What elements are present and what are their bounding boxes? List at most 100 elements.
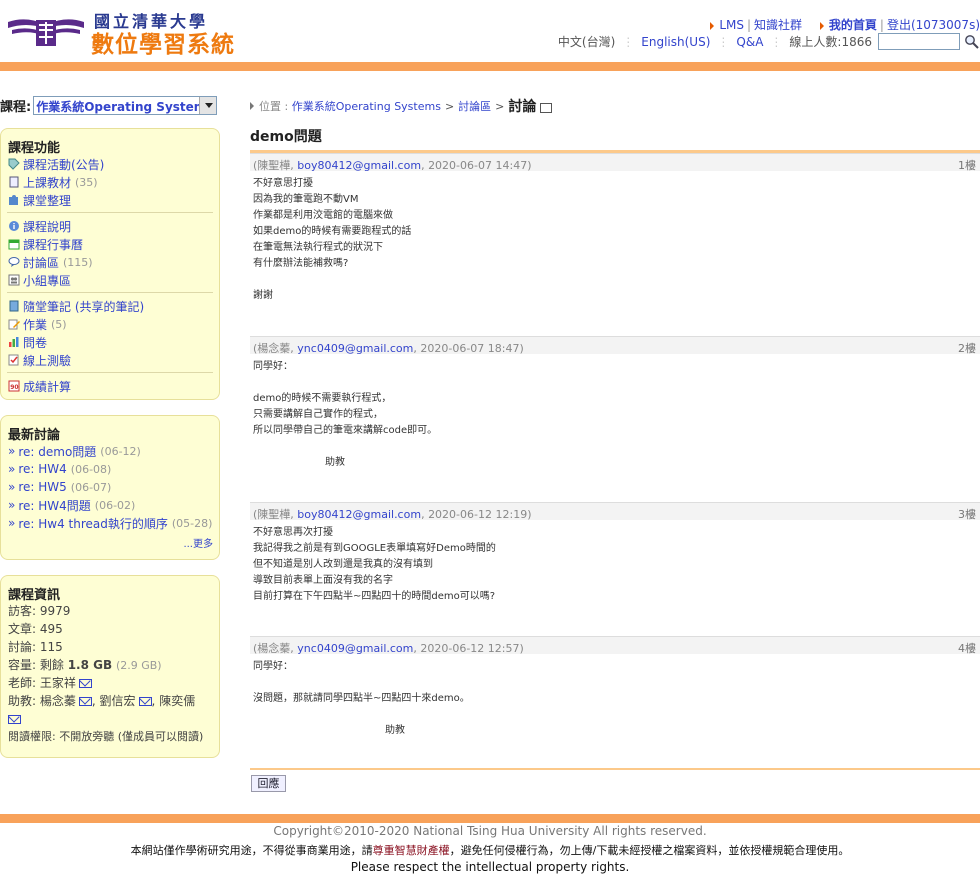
print-icon[interactable] — [540, 103, 553, 113]
discussion-item[interactable]: » re: HW4問題 (06-02) — [1, 496, 219, 514]
chevron-down-icon[interactable] — [199, 96, 217, 114]
breadcrumb-location-label: 位置 : — [259, 100, 289, 113]
sidebar-item-label[interactable]: 課堂整理 — [23, 192, 71, 209]
discussion-link[interactable]: re: demo問題 — [18, 443, 96, 460]
sidebar-item-label[interactable]: 討論區 — [23, 254, 59, 271]
sidebar-item-label[interactable]: 隨堂筆記 (共享的筆記) — [23, 298, 144, 315]
svg-text:90: 90 — [10, 384, 18, 391]
post-line: 導致目前表單上面沒有我的名字 — [253, 575, 393, 586]
utility-nav: 中文(台灣) ⋮ English(US) ⋮ Q&A ⋮ 線上人數:1866 — [558, 33, 980, 50]
post-line: 不好意思再次打擾 — [253, 527, 333, 538]
group-icon — [8, 274, 20, 286]
post-line: 同學好： — [253, 661, 293, 672]
sidebar-item-label[interactable]: 課程說明 — [23, 218, 71, 235]
document-icon — [8, 176, 20, 188]
capacity-prefix: 容量: 剩餘 — [8, 658, 64, 672]
panel-title: 課程功能 — [8, 141, 61, 156]
panel-divider — [7, 372, 213, 373]
post-body: 同學好： demo的時候不需要執行程式， 只需要講解自己實作的程式， 所以同學帶自己的… — [250, 354, 980, 471]
breadcrumb-forum-link[interactable]: 討論區 — [458, 98, 491, 114]
discussion-item[interactable]: » re: HW5 (06-07) — [1, 478, 219, 496]
teacher-prefix: 老師: — [8, 676, 37, 690]
sidebar-item-label[interactable]: 問卷 — [23, 334, 47, 351]
post-author: 陳聖樺 — [257, 508, 291, 521]
post-author-email[interactable]: ync0409@gmail.com — [297, 642, 413, 655]
sidebar-item[interactable]: 90 成績計算 — [1, 377, 219, 395]
reply-button[interactable]: 回應 — [251, 775, 286, 792]
sidebar-item[interactable]: 隨堂筆記 (共享的筆記) — [1, 297, 219, 315]
post: (楊念蓁, ync0409@gmail.com, 2020-06-12 12:5… — [250, 636, 980, 739]
course-functions-list: 課程活動(公告) 上課教材 (35) 課堂整理課程說明 課程行事曆 討論區 (115) 小組專… — [1, 155, 219, 395]
puzzle-icon — [8, 194, 20, 206]
sidebar-item[interactable]: 上課教材 (35) — [1, 173, 219, 191]
mail-icon[interactable] — [78, 679, 92, 688]
post-line — [253, 439, 980, 455]
ta-prefix: 助教: — [8, 694, 37, 708]
post-line: demo的時候不需要執行程式， — [253, 393, 392, 404]
sidebar-item[interactable]: 小組專區 — [1, 271, 219, 289]
discussion-link[interactable]: re: HW4 — [18, 462, 66, 476]
footer-notice-start: 本網站僅作學術研究用途，不得從事商業用途，請 — [130, 844, 373, 857]
sidebar-item[interactable]: 課程說明 — [1, 217, 219, 235]
online-users-count: 線上人數:1866 — [789, 35, 872, 49]
post-line: 如果demo的時候有需要跑程式的話 — [253, 226, 412, 237]
discussion-link[interactable]: re: HW4問題 — [18, 497, 90, 514]
sidebar-item-label[interactable]: 成績計算 — [23, 378, 71, 395]
post-line: 我記得我之前是有到GOOGLE表單填寫好Demo時間的 — [253, 543, 496, 554]
sidebar-item[interactable]: 問卷 — [1, 333, 219, 351]
sidebar-item[interactable]: 作業 (5) — [1, 315, 219, 333]
sidebar-item-label[interactable]: 作業 — [23, 316, 47, 333]
capacity-remaining: 1.8 GB — [67, 658, 113, 672]
nthu-emblem-icon — [8, 19, 84, 46]
post-line: 不好意思打擾 — [253, 178, 313, 189]
sidebar-item-label[interactable]: 課程活動(公告) — [23, 156, 104, 173]
qa-link[interactable]: Q&A — [736, 35, 763, 49]
grade-icon: 90 — [8, 380, 20, 392]
sidebar-item-count: (5) — [51, 317, 67, 331]
teacher-row: 老師: 王家祥 — [1, 674, 219, 692]
nav-community-link[interactable]: 知識社群 — [754, 18, 802, 32]
more-discussions-link[interactable]: ...更多 — [183, 535, 213, 550]
mail-icon[interactable] — [138, 697, 152, 706]
header: 國立清華大學 數位學習系統 LMS | 知識社群 我的首頁 | 登出(1073007s)… — [0, 0, 980, 62]
post-time: 2020-06-12 12:19 — [428, 508, 528, 521]
breadcrumb-course-link[interactable]: 作業系統Operating Systems — [292, 98, 441, 114]
discussion-link[interactable]: re: Hw4 thread執行的順序 — [18, 515, 168, 532]
sidebar-item[interactable]: 課堂整理 — [1, 191, 219, 209]
post-author-email[interactable]: boy80412@gmail.com — [297, 508, 421, 521]
articles-stat: 文章: 495 — [8, 622, 63, 636]
sidebar-item[interactable]: 課程行事曆 — [1, 235, 219, 253]
sidebar-item-label[interactable]: 上課教材 — [23, 174, 71, 191]
sidebar-item[interactable]: 課程活動(公告) — [1, 155, 219, 173]
discussion-item[interactable]: » re: HW4 (06-08) — [1, 460, 219, 478]
panel-title: 最新討論 — [8, 428, 61, 443]
search-input[interactable] — [878, 33, 960, 50]
discussion-item[interactable]: » re: Hw4 thread執行的順序 (05-28) — [1, 514, 219, 532]
sidebar-item-label[interactable]: 課程行事曆 — [23, 236, 83, 253]
discussion-item[interactable]: » re: demo問題 (06-12) — [1, 442, 219, 460]
nav-my-home-link[interactable]: 我的首頁 — [829, 18, 877, 32]
post: (陳聖樺, boy80412@gmail.com, 2020-06-07 14:… — [250, 153, 980, 304]
course-info-panel: 課程資訊 訪客: 9979 文章: 495 討論: 115 容量: 剩餘 1.8… — [0, 575, 220, 758]
sidebar-item[interactable]: 線上測驗 — [1, 351, 219, 369]
lang-en-link[interactable]: English(US) — [641, 35, 710, 49]
sidebar-item-label[interactable]: 線上測驗 — [23, 352, 71, 369]
sidebar-item[interactable]: 討論區 (115) — [1, 253, 219, 271]
nav-separator: | — [746, 18, 752, 32]
post-author-email[interactable]: boy80412@gmail.com — [297, 159, 421, 172]
header-divider — [0, 62, 980, 71]
mail-icon[interactable] — [8, 715, 21, 724]
nav-lms-link[interactable]: LMS — [719, 18, 744, 32]
discussion-link[interactable]: re: HW5 — [18, 480, 66, 494]
site-logo[interactable]: 國立清華大學 數位學習系統 — [6, 8, 256, 58]
post-line — [253, 675, 980, 691]
sidebar-item-label[interactable]: 小組專區 — [23, 272, 71, 289]
mail-icon[interactable] — [78, 697, 92, 706]
ip-rights-link[interactable]: 尊重智慧財產權 — [373, 844, 450, 857]
capacity-total: (2.9 GB) — [115, 659, 162, 672]
course-dropdown[interactable]: 作業系統Operating Systems — [33, 95, 218, 115]
search-icon[interactable] — [964, 34, 980, 50]
nav-logout-link[interactable]: 登出(1073007s) — [887, 18, 980, 32]
post-author-email[interactable]: ync0409@gmail.com — [297, 342, 413, 355]
footer-divider — [0, 814, 980, 823]
